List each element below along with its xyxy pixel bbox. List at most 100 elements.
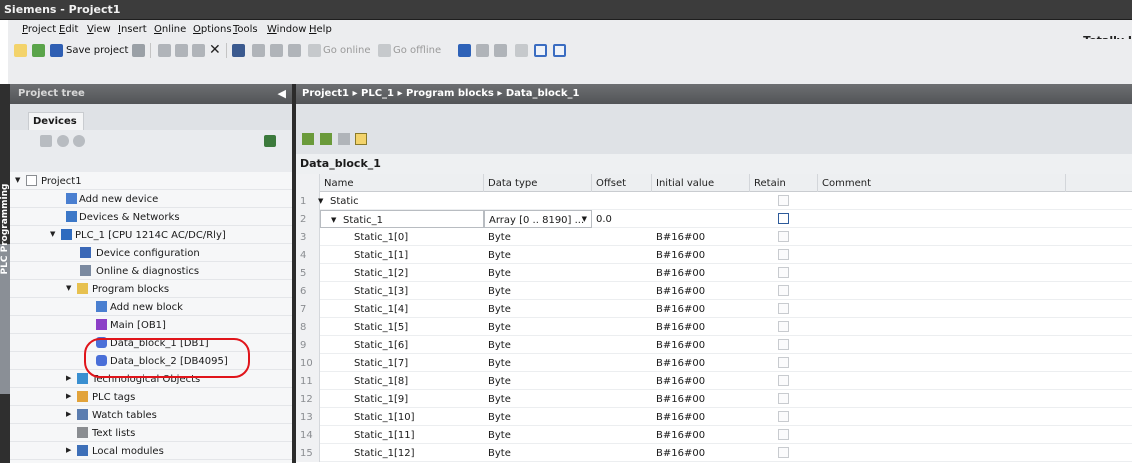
table-row[interactable]: 2 ▼ Static_1 Array [0 .. 8190] ... ▼ 0.0 bbox=[296, 210, 1132, 228]
tree-item-devices-networks[interactable]: Devices & Networks bbox=[10, 208, 292, 226]
dropdown-arrow-icon[interactable]: ▼ bbox=[582, 215, 587, 223]
cell-data-type[interactable]: Byte bbox=[484, 228, 592, 246]
start-cpu-icon[interactable] bbox=[476, 44, 489, 57]
cell-name[interactable]: Static_1[7] bbox=[320, 354, 484, 372]
cell-comment[interactable] bbox=[818, 444, 1066, 462]
retain-checkbox[interactable] bbox=[778, 213, 789, 224]
expand-arrow-icon[interactable]: ▼ bbox=[318, 197, 323, 205]
retain-checkbox[interactable] bbox=[778, 411, 789, 422]
expand-arrow-icon[interactable]: ▶ bbox=[66, 410, 71, 418]
cell-comment[interactable] bbox=[818, 426, 1066, 444]
expand-arrow-icon[interactable]: ▼ bbox=[331, 216, 336, 224]
cell-initial-value[interactable]: B#16#00 bbox=[652, 246, 750, 264]
table-row[interactable]: 5 Static_1[2] Byte B#16#00 bbox=[296, 264, 1132, 282]
retain-checkbox[interactable] bbox=[778, 339, 789, 350]
cell-data-type[interactable]: Array [0 .. 8190] ... ▼ bbox=[484, 210, 592, 228]
cell-initial-value[interactable]: B#16#00 bbox=[652, 390, 750, 408]
cell-data-type[interactable]: Byte bbox=[484, 444, 592, 462]
table-row[interactable]: 1 ▼ Static bbox=[296, 192, 1132, 210]
cell-name[interactable]: Static_1[12] bbox=[320, 444, 484, 462]
table-row[interactable]: 4 Static_1[1] Byte B#16#00 bbox=[296, 246, 1132, 264]
add-row-icon[interactable] bbox=[320, 133, 332, 145]
table-row[interactable]: 8 Static_1[5] Byte B#16#00 bbox=[296, 318, 1132, 336]
download-icon[interactable] bbox=[252, 44, 265, 57]
retain-checkbox[interactable] bbox=[778, 285, 789, 296]
cell-initial-value[interactable]: B#16#00 bbox=[652, 264, 750, 282]
cell-comment[interactable] bbox=[818, 246, 1066, 264]
cross-reference-icon[interactable] bbox=[515, 44, 528, 57]
cell-name[interactable]: Static_1[11] bbox=[320, 426, 484, 444]
expand-arrow-icon[interactable]: ▶ bbox=[66, 374, 71, 382]
tree-item-add-new-block[interactable]: Add new block bbox=[10, 298, 292, 316]
table-row[interactable]: 15 Static_1[12] Byte B#16#00 bbox=[296, 444, 1132, 462]
cell-data-type[interactable]: Byte bbox=[484, 318, 592, 336]
cell-name[interactable]: Static_1[4] bbox=[320, 300, 484, 318]
cell-comment[interactable] bbox=[818, 408, 1066, 426]
new-project-icon[interactable] bbox=[14, 44, 27, 57]
cut-icon[interactable] bbox=[158, 44, 171, 57]
expand-arrow-icon[interactable]: ▼ bbox=[15, 176, 20, 184]
column-header-data-type[interactable]: Data type bbox=[484, 174, 592, 192]
table-row[interactable]: 3 Static_1[0] Byte B#16#00 bbox=[296, 228, 1132, 246]
tree-item-text-lists[interactable]: Text lists bbox=[10, 424, 292, 442]
menu-window[interactable]: Window bbox=[267, 24, 306, 35]
cell-name[interactable]: Static_1[8] bbox=[320, 372, 484, 390]
cell-data-type[interactable] bbox=[484, 192, 592, 210]
table-row[interactable]: 10 Static_1[7] Byte B#16#00 bbox=[296, 354, 1132, 372]
column-header-comment[interactable]: Comment bbox=[818, 174, 1066, 192]
cell-name[interactable]: ▼ Static_1 bbox=[320, 210, 484, 228]
table-row[interactable]: 14 Static_1[11] Byte B#16#00 bbox=[296, 426, 1132, 444]
cell-name[interactable]: Static_1[9] bbox=[320, 390, 484, 408]
cell-initial-value[interactable] bbox=[652, 210, 750, 228]
filter-icon[interactable] bbox=[355, 133, 367, 145]
retain-checkbox[interactable] bbox=[778, 195, 789, 206]
column-header-offset[interactable]: Offset bbox=[592, 174, 652, 192]
cell-comment[interactable] bbox=[818, 228, 1066, 246]
retain-checkbox[interactable] bbox=[778, 447, 789, 458]
cell-comment[interactable] bbox=[818, 390, 1066, 408]
insert-row-icon[interactable] bbox=[302, 133, 314, 145]
table-row[interactable]: 9 Static_1[6] Byte B#16#00 bbox=[296, 336, 1132, 354]
cell-initial-value[interactable]: B#16#00 bbox=[652, 282, 750, 300]
menu-tools[interactable]: Tools bbox=[233, 24, 258, 35]
tree-item-device-configuration[interactable]: Device configuration bbox=[10, 244, 292, 262]
menu-edit[interactable]: Edit bbox=[59, 24, 78, 35]
menu-online[interactable]: Online bbox=[154, 24, 186, 35]
cell-name[interactable]: Static_1[3] bbox=[320, 282, 484, 300]
tree-item-program-blocks[interactable]: ▼ Program blocks bbox=[10, 280, 292, 298]
cell-data-type[interactable]: Byte bbox=[484, 408, 592, 426]
tree-item-add-new-device[interactable]: Add new device bbox=[10, 190, 292, 208]
breadcrumb-plc[interactable]: PLC_1 bbox=[361, 88, 394, 99]
retain-checkbox[interactable] bbox=[778, 231, 789, 242]
paste-icon[interactable] bbox=[192, 44, 205, 57]
tree-item-main-ob1[interactable]: Main [OB1] bbox=[10, 316, 292, 334]
delete-icon[interactable]: ✕ bbox=[209, 42, 221, 58]
cell-initial-value[interactable]: B#16#00 bbox=[652, 228, 750, 246]
cell-data-type[interactable]: Byte bbox=[484, 390, 592, 408]
expand-arrow-icon[interactable]: ▶ bbox=[66, 392, 71, 400]
retain-checkbox[interactable] bbox=[778, 267, 789, 278]
cell-name[interactable]: Static_1[10] bbox=[320, 408, 484, 426]
simulation-icon[interactable] bbox=[288, 44, 301, 57]
cell-comment[interactable] bbox=[818, 354, 1066, 372]
upload-icon[interactable] bbox=[270, 44, 283, 57]
cell-name[interactable]: Static_1[6] bbox=[320, 336, 484, 354]
cell-data-type[interactable]: Byte bbox=[484, 264, 592, 282]
cell-name[interactable]: Static_1[1] bbox=[320, 246, 484, 264]
retain-checkbox[interactable] bbox=[778, 321, 789, 332]
cell-comment[interactable] bbox=[818, 192, 1066, 210]
table-row[interactable]: 13 Static_1[10] Byte B#16#00 bbox=[296, 408, 1132, 426]
tree-options-icon[interactable] bbox=[264, 135, 276, 147]
cell-name[interactable]: Static_1[5] bbox=[320, 318, 484, 336]
retain-checkbox[interactable] bbox=[778, 249, 789, 260]
menu-insert[interactable]: Insert bbox=[118, 24, 147, 35]
menu-view[interactable]: View bbox=[87, 24, 111, 35]
column-header-initial-value[interactable]: Initial value bbox=[652, 174, 750, 192]
breadcrumb-program-blocks[interactable]: Program blocks bbox=[406, 88, 494, 99]
tree-item-online-diagnostics[interactable]: Online & diagnostics bbox=[10, 262, 292, 280]
table-row[interactable]: 7 Static_1[4] Byte B#16#00 bbox=[296, 300, 1132, 318]
menu-help[interactable]: Help bbox=[309, 24, 332, 35]
cell-data-type[interactable]: Byte bbox=[484, 246, 592, 264]
cell-initial-value[interactable] bbox=[652, 192, 750, 210]
retain-checkbox[interactable] bbox=[778, 375, 789, 386]
